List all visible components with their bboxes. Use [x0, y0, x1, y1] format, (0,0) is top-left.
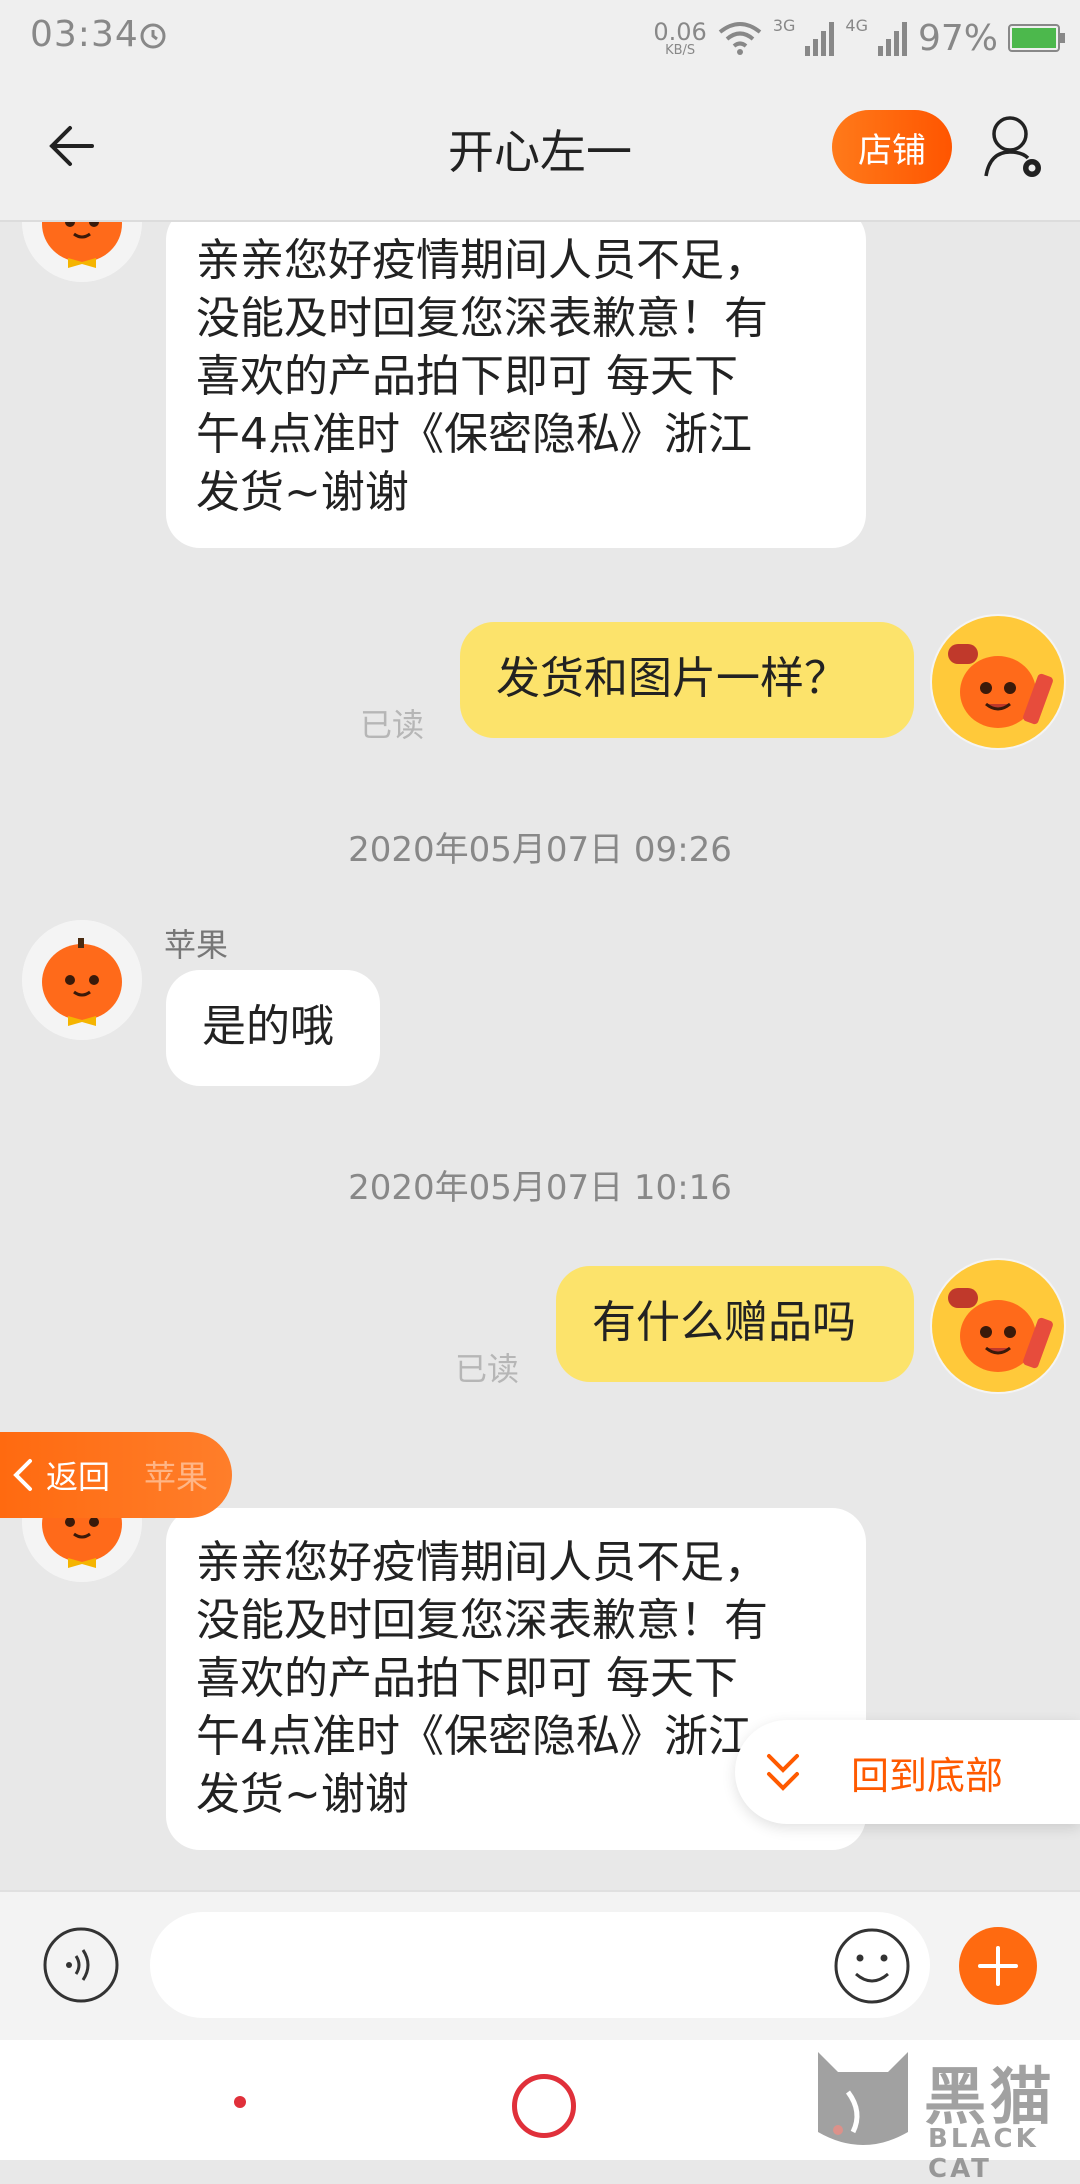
character-avatar-icon: [932, 1260, 1064, 1392]
cat-logo-icon: [818, 2052, 908, 2145]
time-separator: 2020年05月07日 10:16: [348, 1168, 732, 1208]
wifi-icon: [718, 22, 762, 55]
message-line: 亲亲您好疫情期间人员不足，: [196, 235, 768, 286]
battery-icon: [1008, 24, 1065, 52]
user-settings-icon[interactable]: [982, 112, 1048, 182]
message-line: 亲亲您好疫情期间人员不足，: [196, 1537, 768, 1588]
time-separator: 2020年05月07日 09:26: [348, 830, 732, 870]
net-speed-unit: KB/S: [665, 42, 696, 58]
signal-icon: [805, 22, 835, 56]
read-status: 已读: [360, 706, 425, 744]
watermark-en: BLACK CAT: [928, 2124, 1039, 2184]
message-line: 喜欢的产品拍下即可 每天下: [196, 1653, 738, 1704]
message-bubble[interactable]: 发货和图片一样？: [460, 622, 914, 738]
return-label: 返回: [46, 1458, 111, 1496]
message-line: 喜欢的产品拍下即可 每天下: [196, 351, 738, 402]
message-line: 没能及时回复您深表歉意！有: [196, 293, 768, 344]
pumpkin-avatar-icon: [22, 222, 142, 282]
message-bubble[interactable]: 亲亲您好疫情期间人员不足， 没能及时回复您深表歉意！有 喜欢的产品拍下即可 每天…: [166, 222, 866, 548]
chat-header: 开心左一 店铺: [0, 76, 1080, 222]
character-avatar-icon: [932, 616, 1064, 748]
avatar[interactable]: [22, 920, 142, 1040]
status-bar: 03:34 0.06 KB/S 3G 4G 97%: [0, 0, 1080, 76]
net-speed-value: 0.06: [653, 17, 707, 46]
scroll-to-bottom-button[interactable]: 回到底部: [735, 1720, 1080, 1824]
chevron-left-icon: [13, 1459, 32, 1491]
voice-icon[interactable]: [42, 1926, 120, 2004]
signal-1-label: 3G: [772, 16, 796, 35]
message-input[interactable]: [150, 1912, 930, 2018]
nav-menu-dot[interactable]: [234, 2096, 246, 2108]
net-speed: 0.06 KB/S: [653, 20, 706, 57]
message-text: 有什么赠品吗: [592, 1297, 856, 1348]
my-avatar[interactable]: [930, 1258, 1066, 1394]
pumpkin-avatar-icon: [22, 920, 142, 1040]
message-text: 是的哦: [202, 1001, 334, 1052]
signal-icon: [877, 22, 907, 56]
shop-button[interactable]: 店铺: [832, 110, 952, 184]
watermark: 黑猫 BLACK CAT: [808, 2040, 1080, 2184]
message-bubble[interactable]: 有什么赠品吗: [556, 1266, 914, 1382]
watermark-cn: 黑猫: [924, 2060, 1057, 2133]
battery-percent: 97%: [917, 17, 998, 59]
input-bar: [0, 1890, 1080, 2042]
status-time: 03:34: [30, 14, 139, 55]
read-status: 已读: [455, 1350, 520, 1388]
to-bottom-label: 回到底部: [851, 1753, 1004, 1798]
avatar[interactable]: [22, 222, 142, 282]
return-button[interactable]: 返回 苹果: [0, 1432, 232, 1518]
alarm-icon: [140, 23, 166, 49]
chat-area[interactable]: 亲亲您好疫情期间人员不足， 没能及时回复您深表歉意！有 喜欢的产品拍下即可 每天…: [0, 222, 1080, 1890]
status-indicators: 0.06 KB/S 3G 4G 97%: [653, 10, 1066, 66]
sender-name: 苹果: [164, 926, 229, 964]
message-bubble[interactable]: 是的哦: [166, 970, 380, 1086]
double-chevron-down-icon: [767, 1754, 799, 1791]
sender-name-ghost: 苹果: [144, 1458, 209, 1496]
emoji-icon[interactable]: [832, 1926, 912, 2006]
signal-2-label: 4G: [845, 16, 868, 35]
message-line: 发货~谢谢: [196, 467, 409, 518]
message-text: 发货和图片一样？: [496, 653, 848, 704]
my-avatar[interactable]: [930, 614, 1066, 750]
message-line: 没能及时回复您深表歉意！有: [196, 1595, 768, 1646]
nav-home-button[interactable]: [512, 2074, 576, 2138]
plus-icon[interactable]: [958, 1926, 1038, 2006]
message-line: 午4点准时《保密隐私》浙江: [196, 409, 752, 460]
